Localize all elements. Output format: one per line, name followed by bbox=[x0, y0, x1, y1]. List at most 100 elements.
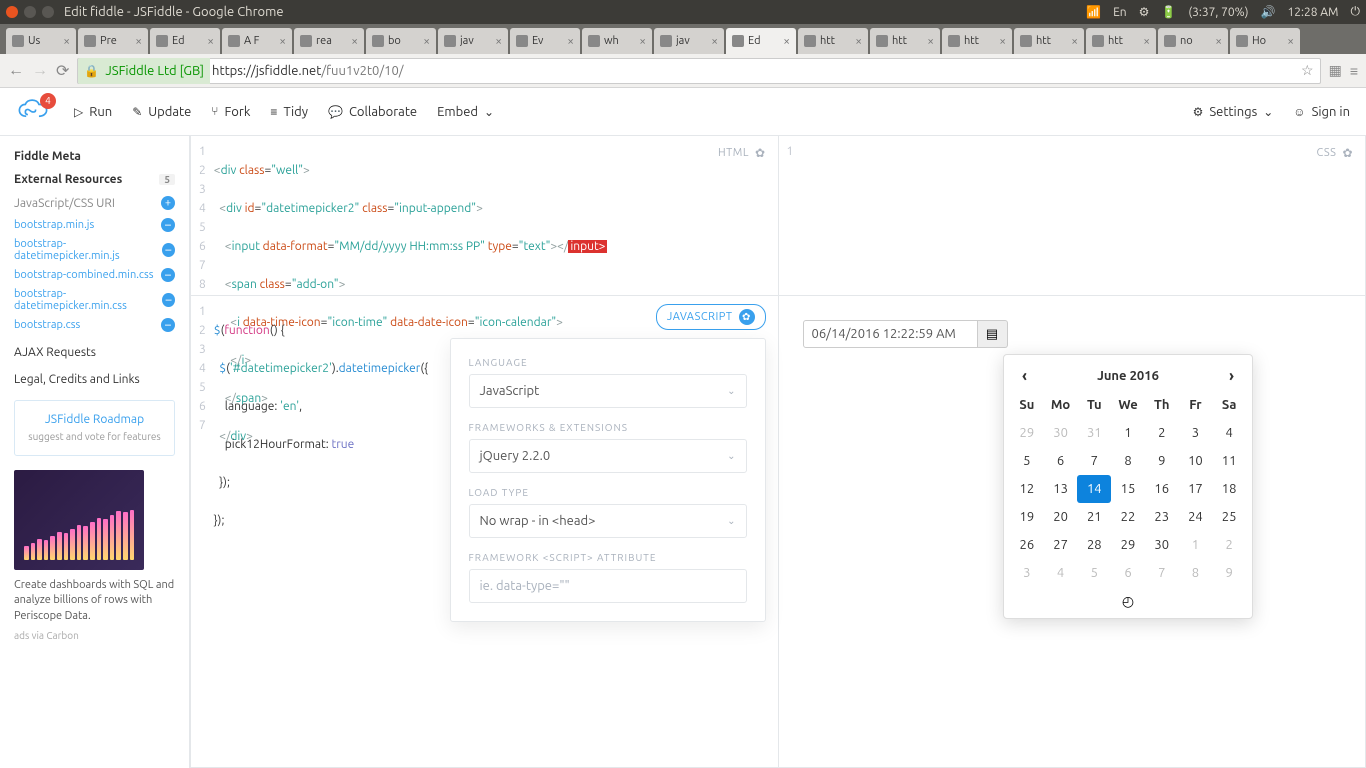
roadmap-link[interactable]: JSFiddle Roadmap bbox=[27, 413, 162, 426]
close-tab-icon[interactable]: × bbox=[855, 35, 862, 48]
sidebar-legal-heading[interactable]: Legal, Credits and Links bbox=[14, 373, 175, 386]
calendar-addon-button[interactable]: ▤ bbox=[978, 320, 1008, 348]
external-resource-item[interactable]: bootstrap-combined.min.css− bbox=[14, 268, 175, 282]
calendar-day[interactable]: 8 bbox=[1111, 447, 1145, 475]
loadtype-select[interactable]: No wrap - in <head>⌄ bbox=[469, 504, 747, 538]
calendar-day[interactable]: 6 bbox=[1044, 447, 1078, 475]
ad-text[interactable]: Create dashboards with SQL and analyze b… bbox=[14, 578, 175, 624]
calendar-day[interactable]: 26 bbox=[1010, 531, 1044, 559]
close-tab-icon[interactable]: × bbox=[1143, 35, 1150, 48]
window-max-icon[interactable] bbox=[42, 6, 54, 18]
browser-tab[interactable]: wh× bbox=[582, 28, 652, 54]
browser-tab[interactable]: Ed× bbox=[150, 28, 220, 54]
calendar-day[interactable]: 2 bbox=[1145, 419, 1179, 447]
reload-button[interactable]: ⟳ bbox=[56, 61, 69, 80]
calendar-day[interactable]: 7 bbox=[1077, 447, 1111, 475]
sidebar-ajax-heading[interactable]: AJAX Requests bbox=[14, 346, 175, 359]
external-resource-item[interactable]: bootstrap-datetimepicker.min.js− bbox=[14, 238, 175, 262]
sidebar-meta-heading[interactable]: Fiddle Meta bbox=[14, 150, 175, 163]
prev-month-button[interactable]: ‹ bbox=[1016, 367, 1033, 385]
browser-tab[interactable]: htt× bbox=[798, 28, 868, 54]
browser-tab[interactable]: Pre× bbox=[78, 28, 148, 54]
calendar-day[interactable]: 4 bbox=[1044, 559, 1078, 587]
update-button[interactable]: ✎Update bbox=[132, 105, 191, 119]
calendar-day[interactable]: 30 bbox=[1145, 531, 1179, 559]
calendar-day[interactable]: 30 bbox=[1044, 419, 1078, 447]
remove-resource-icon[interactable]: − bbox=[161, 218, 175, 232]
notifications-badge[interactable]: 4 bbox=[40, 93, 56, 109]
close-tab-icon[interactable]: × bbox=[1071, 35, 1078, 48]
browser-tab[interactable]: Ho× bbox=[1230, 28, 1300, 54]
calendar-day[interactable]: 31 bbox=[1077, 419, 1111, 447]
run-button[interactable]: ▷Run bbox=[74, 105, 112, 119]
browser-tab[interactable]: htt× bbox=[1014, 28, 1084, 54]
browser-tab[interactable]: jav× bbox=[438, 28, 508, 54]
calendar-day[interactable]: 20 bbox=[1044, 503, 1078, 531]
lang-indicator[interactable]: En bbox=[1113, 6, 1127, 19]
calendar-day[interactable]: 29 bbox=[1111, 531, 1145, 559]
calendar-day[interactable]: 22 bbox=[1111, 503, 1145, 531]
window-min-icon[interactable] bbox=[24, 6, 36, 18]
gear-icon[interactable]: ✿ bbox=[739, 309, 755, 325]
resource-uri-input[interactable]: JavaScript/CSS URI+ bbox=[14, 196, 175, 210]
calendar-day[interactable]: 5 bbox=[1010, 447, 1044, 475]
menu-icon[interactable]: ≡ bbox=[1350, 63, 1358, 79]
js-source[interactable]: $(function() { $('#datetimepicker2').dat… bbox=[214, 296, 428, 612]
css-panel[interactable]: CSS✿ 1 bbox=[779, 136, 1366, 296]
calendar-day[interactable]: 11 bbox=[1212, 447, 1246, 475]
calendar-day[interactable]: 5 bbox=[1077, 559, 1111, 587]
calendar-day[interactable]: 27 bbox=[1044, 531, 1078, 559]
address-bar[interactable]: 🔒JSFiddle Ltd [GB] https://jsfiddle.net/… bbox=[77, 58, 1320, 84]
roadmap-box[interactable]: JSFiddle Roadmap suggest and vote for fe… bbox=[14, 400, 175, 456]
browser-tab[interactable]: htt× bbox=[1086, 28, 1156, 54]
ad-image[interactable] bbox=[14, 470, 144, 570]
gear-icon[interactable]: ✿ bbox=[755, 146, 766, 160]
embed-button[interactable]: Embed⌄ bbox=[437, 105, 494, 119]
sidebar-ext-heading[interactable]: External Resources5 bbox=[14, 173, 175, 186]
calendar-day[interactable]: 3 bbox=[1179, 419, 1213, 447]
bluetooth-icon[interactable]: ⚙ bbox=[1139, 5, 1150, 19]
close-tab-icon[interactable]: × bbox=[135, 35, 142, 48]
external-resource-item[interactable]: bootstrap-datetimepicker.min.css− bbox=[14, 288, 175, 312]
framework-select[interactable]: jQuery 2.2.0⌄ bbox=[469, 439, 747, 473]
scriptattr-input[interactable] bbox=[469, 569, 747, 603]
forward-button[interactable]: → bbox=[32, 61, 48, 80]
calendar-day[interactable]: 15 bbox=[1111, 475, 1145, 503]
jsfiddle-logo[interactable]: 4 bbox=[16, 99, 50, 125]
close-tab-icon[interactable]: × bbox=[1215, 35, 1222, 48]
datetime-input[interactable] bbox=[803, 320, 978, 348]
close-tab-icon[interactable]: × bbox=[495, 35, 502, 48]
close-tab-icon[interactable]: × bbox=[999, 35, 1006, 48]
calendar-day[interactable]: 29 bbox=[1010, 419, 1044, 447]
calendar-day[interactable]: 3 bbox=[1010, 559, 1044, 587]
calendar-day[interactable]: 12 bbox=[1010, 475, 1044, 503]
calendar-day[interactable]: 9 bbox=[1212, 559, 1246, 587]
close-tab-icon[interactable]: × bbox=[63, 35, 70, 48]
browser-tab[interactable]: htt× bbox=[942, 28, 1012, 54]
browser-tab[interactable]: Ed× bbox=[726, 28, 796, 54]
calendar-day[interactable]: 14 bbox=[1077, 475, 1111, 503]
calendar-day[interactable]: 28 bbox=[1077, 531, 1111, 559]
calendar-day[interactable]: 9 bbox=[1145, 447, 1179, 475]
signin-button[interactable]: ☺Sign in bbox=[1293, 105, 1350, 119]
back-button[interactable]: ← bbox=[8, 61, 24, 80]
next-month-button[interactable]: › bbox=[1223, 367, 1240, 385]
js-panel[interactable]: JAVASCRIPT✿ 1234567 $(function() { $('#d… bbox=[191, 296, 779, 768]
remove-resource-icon[interactable]: − bbox=[161, 318, 175, 332]
calendar-day[interactable]: 8 bbox=[1179, 559, 1213, 587]
close-tab-icon[interactable]: × bbox=[711, 35, 718, 48]
calendar-day[interactable]: 1 bbox=[1111, 419, 1145, 447]
calendar-day[interactable]: 18 bbox=[1212, 475, 1246, 503]
close-tab-icon[interactable]: × bbox=[351, 35, 358, 48]
browser-tab[interactable]: A F× bbox=[222, 28, 292, 54]
remove-resource-icon[interactable]: − bbox=[161, 268, 175, 282]
external-resource-item[interactable]: bootstrap.min.js− bbox=[14, 218, 175, 232]
html-panel[interactable]: HTML✿ 12345678 <div class="well"> <div i… bbox=[191, 136, 779, 296]
calendar-day[interactable]: 2 bbox=[1212, 531, 1246, 559]
calendar-day[interactable]: 16 bbox=[1145, 475, 1179, 503]
calendar-day[interactable]: 21 bbox=[1077, 503, 1111, 531]
calendar-day[interactable]: 1 bbox=[1179, 531, 1213, 559]
remove-resource-icon[interactable]: − bbox=[162, 243, 175, 257]
datepicker-title[interactable]: June 2016 bbox=[1097, 369, 1159, 383]
calendar-day[interactable]: 19 bbox=[1010, 503, 1044, 531]
